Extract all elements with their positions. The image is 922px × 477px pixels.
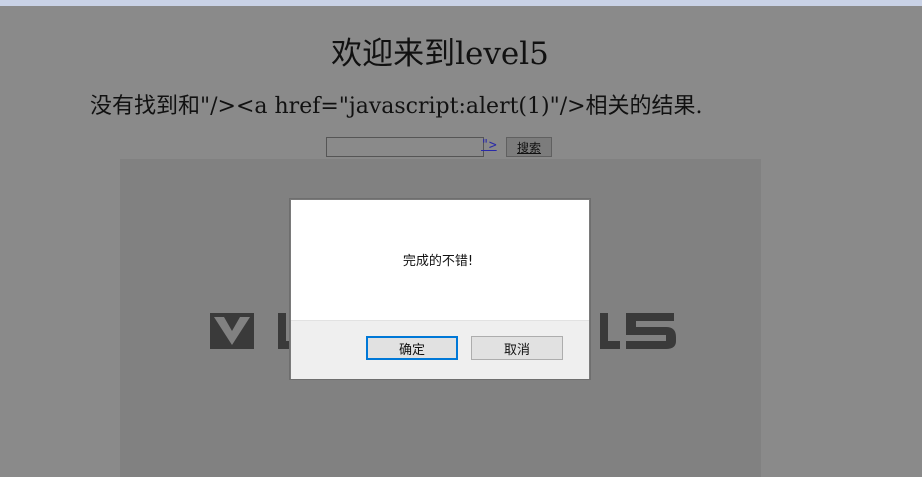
dialog-footer: 确定 取消 (291, 320, 589, 379)
search-button[interactable]: 搜索 (506, 137, 552, 157)
alert-message: 完成的不错! (402, 254, 474, 269)
ok-button[interactable]: 确定 (366, 336, 458, 360)
browser-top-strip (0, 0, 922, 6)
cancel-button[interactable]: 取消 (471, 336, 563, 360)
search-result-text: 没有找到和"/><a href="javascript:alert(1)"/>相… (90, 94, 703, 119)
injected-link[interactable]: "> (481, 138, 497, 153)
search-input[interactable] (326, 137, 484, 157)
alert-dialog: 完成的不错! 确定 取消 (290, 199, 590, 379)
page-title: 欢迎来到level5 (331, 36, 549, 72)
